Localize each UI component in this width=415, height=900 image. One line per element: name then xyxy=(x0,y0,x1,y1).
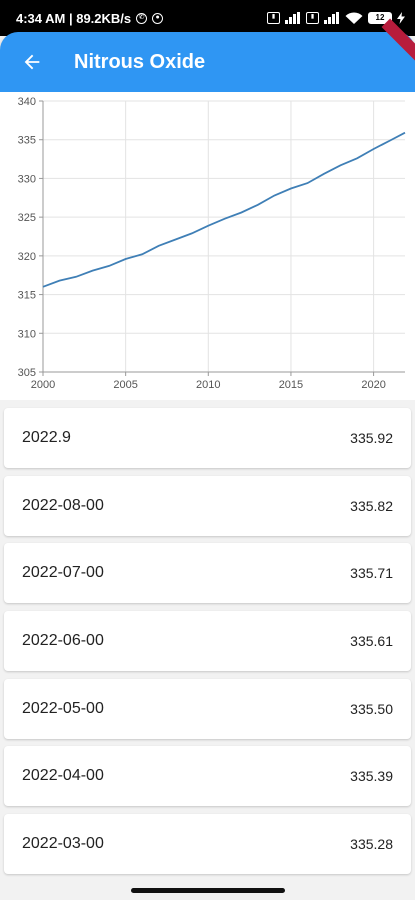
y-tick-label: 325 xyxy=(18,212,36,224)
list-item-date: 2022-03-00 xyxy=(22,835,104,853)
list-item[interactable]: 2022-06-00 335.61 xyxy=(4,611,411,672)
x-tick-label: 2020 xyxy=(361,379,385,391)
list-item-value: 335.50 xyxy=(350,700,393,717)
y-tick-label: 335 xyxy=(18,135,36,147)
list-item-date: 2022-06-00 xyxy=(22,632,104,650)
list-item[interactable]: 2022-05-00 335.50 xyxy=(4,678,411,739)
x-tick-label: 2010 xyxy=(196,379,220,391)
x-tick-label: 2000 xyxy=(31,379,55,391)
arrow-back-icon xyxy=(24,54,40,70)
x-tick-label: 2015 xyxy=(279,379,303,391)
list-item-date: 2022-04-00 xyxy=(22,767,104,785)
series-line xyxy=(42,131,406,288)
charging-icon xyxy=(397,12,405,24)
list-item-date: 2022-08-00 xyxy=(22,496,104,514)
page-title: Nitrous Oxide xyxy=(74,50,206,73)
status-left: 4:34 AM | 89.2KB/s ✆ ● xyxy=(16,10,164,26)
y-tick-label: 340 xyxy=(18,96,36,108)
list-item-value: 335.92 xyxy=(350,430,393,446)
wifi-icon xyxy=(345,11,363,25)
readings-list: 2022.9 335.92 2022-08-00 335.82 2022-07-… xyxy=(0,408,415,882)
status-time-speed: 4:34 AM | 89.2KB/s xyxy=(16,10,132,26)
app-bar: Nitrous Oxide xyxy=(0,32,415,92)
signal-icon-2 xyxy=(324,12,340,24)
list-item[interactable]: 2022-04-00 335.39 xyxy=(4,746,411,807)
home-indicator[interactable] xyxy=(131,888,285,893)
list-item-value: 335.82 xyxy=(350,497,393,514)
y-tick-label: 315 xyxy=(18,290,36,302)
y-tick-label: 320 xyxy=(18,251,36,263)
y-tick-label: 310 xyxy=(18,328,36,340)
list-item-value: 335.39 xyxy=(350,768,393,785)
list-item-value: 335.61 xyxy=(350,633,393,650)
list-item-date: 2022-05-00 xyxy=(22,699,104,717)
list-item[interactable]: 2022-03-00 335.28 xyxy=(4,814,411,875)
volte-icon-2: ▮ xyxy=(306,12,319,24)
list-item[interactable]: 2022-08-00 335.82 xyxy=(4,475,411,536)
list-item[interactable]: 2022-07-00 335.71 xyxy=(4,543,411,604)
list-item-date: 2022.9 xyxy=(22,429,71,446)
status-bar: 4:34 AM | 89.2KB/s ✆ ● ▮ ▮ 12 xyxy=(0,0,415,36)
y-tick-label: 305 xyxy=(18,367,36,379)
line-chart: 305 310 315 320 325 330 335 340 2000 2005 2010 2015… xyxy=(18,96,406,391)
whatsapp-icon: ✆ xyxy=(136,12,148,24)
volte-icon: ▮ xyxy=(267,12,280,24)
list-item-value: 335.28 xyxy=(350,836,393,853)
list-item-date: 2022-07-00 xyxy=(22,564,104,582)
app-notification-icon: ● xyxy=(152,12,164,24)
signal-icon xyxy=(285,12,301,24)
list-item-value: 335.71 xyxy=(350,565,393,582)
y-tick-label: 330 xyxy=(18,173,36,185)
back-button[interactable] xyxy=(4,32,60,92)
list-item[interactable]: 2022.9 335.92 xyxy=(4,408,411,468)
chart-container: 305 310 315 320 325 330 335 340 2000 2005 2010 2015… xyxy=(0,92,415,400)
x-tick-label: 2005 xyxy=(113,379,137,391)
